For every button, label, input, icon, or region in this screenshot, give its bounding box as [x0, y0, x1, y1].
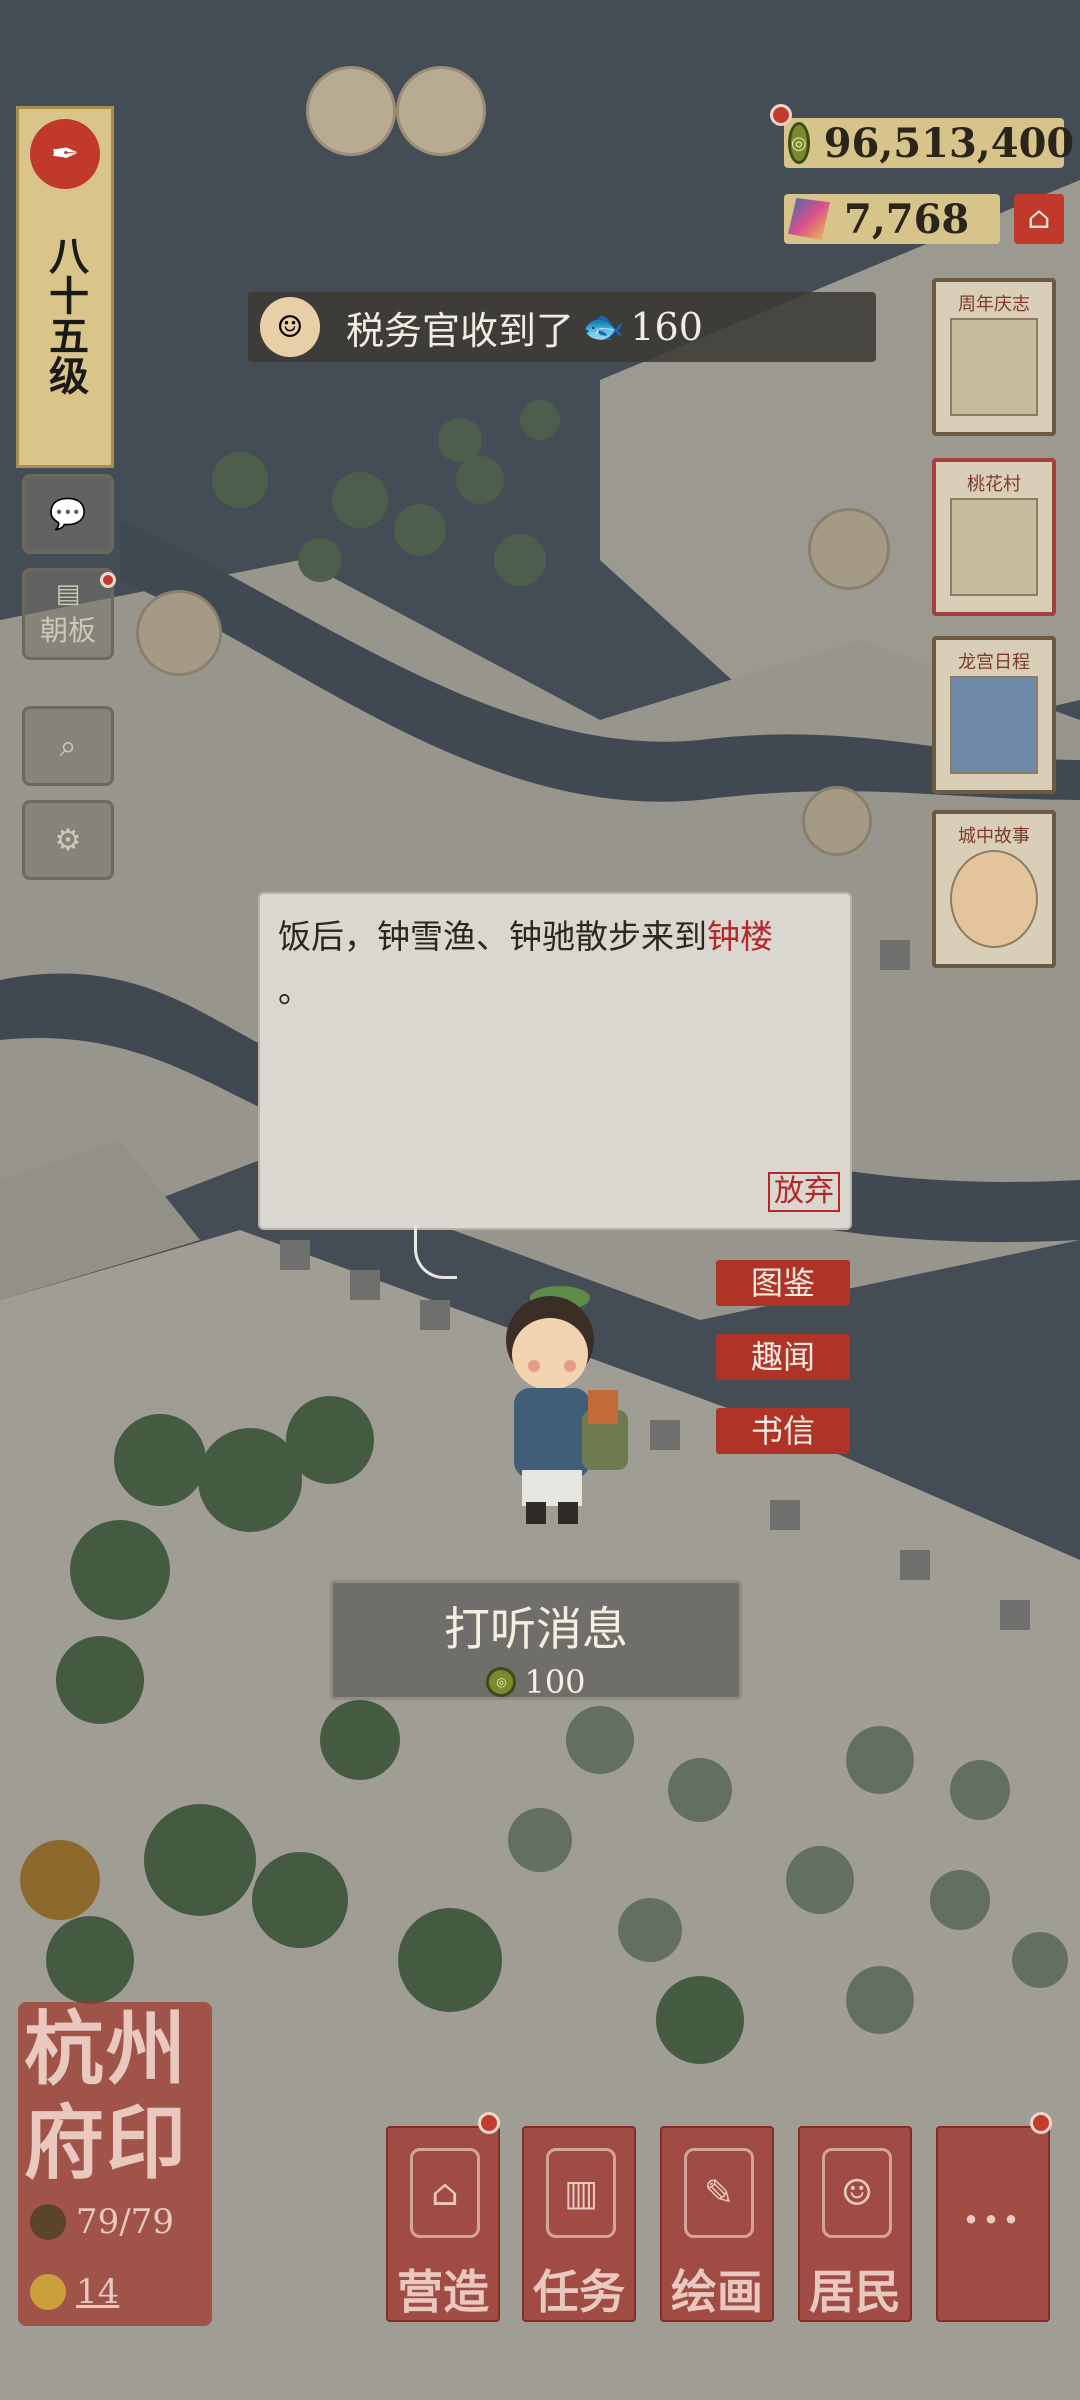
npc-portrait[interactable] — [136, 590, 222, 676]
card-label: 桃花村 — [967, 474, 1021, 495]
seal-count: 14 — [76, 2272, 120, 2312]
brush-icon: ✒ — [30, 119, 100, 189]
dialog-text: 饭后，钟雪渔、钟驰散步来到钟楼。 — [278, 910, 838, 1018]
scroll-icon: ✎ — [684, 2148, 754, 2238]
card-label: 城中故事 — [958, 826, 1030, 847]
card-peach-village[interactable]: 桃花村 — [932, 458, 1056, 616]
book-icon: ▥ — [546, 2148, 616, 2238]
card-label: 龙宫日程 — [958, 652, 1030, 673]
gem-amount: 7,768 — [844, 195, 970, 243]
resident-count: 79/79 — [76, 2202, 174, 2242]
scholar-character[interactable] — [470, 1270, 640, 1530]
shop-icon: ⌂ — [1027, 201, 1051, 236]
pavilion-icon: ⌂ — [410, 2148, 480, 2238]
board-label: 朝板 — [39, 614, 96, 647]
residents-label: 居民 — [809, 2265, 901, 2319]
search-button[interactable]: ⌕ — [22, 706, 114, 786]
player-level-plaque[interactable]: ✒ 八十五级 — [16, 106, 114, 468]
anecdotes-button[interactable]: 趣闻 — [716, 1334, 850, 1380]
residents-button[interactable]: ☺ 居民 — [798, 2126, 912, 2322]
encyclopedia-button[interactable]: 图鉴 — [716, 1260, 850, 1306]
inquire-news-button[interactable]: 打听消息 ◎ 100 — [330, 1580, 742, 1701]
coin-notification-dot — [770, 104, 792, 126]
scroll-icon — [950, 318, 1038, 416]
book-icon — [950, 676, 1038, 774]
gem-counter[interactable]: 7,768 — [784, 194, 1000, 244]
coin-amount: 96,513,400 — [823, 119, 1075, 167]
more-label: ... — [962, 2180, 1024, 2234]
build-notification-dot — [478, 2112, 500, 2134]
magnifier-icon: ⌕ — [59, 728, 77, 764]
letters-button[interactable]: 书信 — [716, 1408, 850, 1454]
tax-notification-amount: 160 — [630, 305, 703, 349]
face-icon — [950, 850, 1038, 948]
tax-notification-text: 税务官收到了 — [346, 308, 575, 353]
tasks-button[interactable]: ▥ 任务 — [522, 2126, 636, 2322]
card-anniversary[interactable]: 周年庆志 — [932, 278, 1056, 436]
card-label: 周年庆志 — [958, 294, 1030, 315]
story-dialog: 饭后，钟雪渔、钟驰散步来到钟楼。 放弃 — [258, 892, 852, 1230]
coin-counter[interactable]: ◎ 96,513,400 — [784, 118, 1074, 168]
city-seal-title: 杭州府印 — [24, 2002, 188, 2190]
coin-icon: ◎ — [788, 122, 810, 164]
dialog-location-link[interactable]: 钟楼 — [707, 917, 773, 956]
npc-portrait[interactable] — [306, 66, 396, 156]
signboard-icon — [950, 498, 1038, 596]
resident-icon: ☺ — [822, 2148, 892, 2238]
dialog-text-part: 饭后，钟雪渔、钟驰散步来到 — [278, 917, 707, 956]
chat-icon: 💬 — [49, 496, 87, 532]
more-button[interactable]: ... — [936, 2126, 1050, 2322]
painting-button[interactable]: ✎ 绘画 — [660, 2126, 774, 2322]
painting-label: 绘画 — [671, 2265, 763, 2319]
city-seal[interactable]: 杭州府印 79/79 14 — [18, 2002, 212, 2326]
board-notification-dot — [100, 572, 116, 588]
level-label: 八十五级 — [42, 235, 89, 395]
gear-icon: ⚙ — [54, 822, 82, 858]
more-notification-dot — [1030, 2112, 1052, 2134]
shop-button[interactable]: ⌂ — [1014, 194, 1064, 244]
tax-notification: ☺ 税务官收到了 🐟 160 — [248, 292, 876, 362]
dialog-text-end: 。 — [278, 971, 311, 1010]
gem-icon — [788, 198, 830, 240]
build-label: 营造 — [397, 2265, 489, 2319]
person-icon — [30, 2274, 66, 2310]
coin-icon: ◎ — [486, 1667, 517, 1697]
abandon-button[interactable]: 放弃 — [768, 1172, 840, 1212]
npc-portrait[interactable] — [808, 508, 890, 590]
npc-portrait[interactable] — [396, 66, 486, 156]
chat-button[interactable]: 💬 — [22, 474, 114, 554]
inquire-cost: 100 — [524, 1663, 586, 1701]
tax-officer-avatar: ☺ — [260, 297, 320, 357]
fish-icon: 🐟 — [582, 307, 625, 347]
settings-button[interactable]: ⚙ — [22, 800, 114, 880]
build-button[interactable]: ⌂ 营造 — [386, 2126, 500, 2322]
npc-portrait[interactable] — [802, 786, 872, 856]
tasks-label: 任务 — [533, 2265, 625, 2319]
card-dragon-palace[interactable]: 龙宫日程 — [932, 636, 1056, 794]
board-icon: ▤ — [55, 579, 81, 609]
resident-icon — [30, 2204, 66, 2240]
inquire-label: 打听消息 — [444, 1602, 628, 1656]
card-city-stories[interactable]: 城中故事 — [932, 810, 1056, 968]
